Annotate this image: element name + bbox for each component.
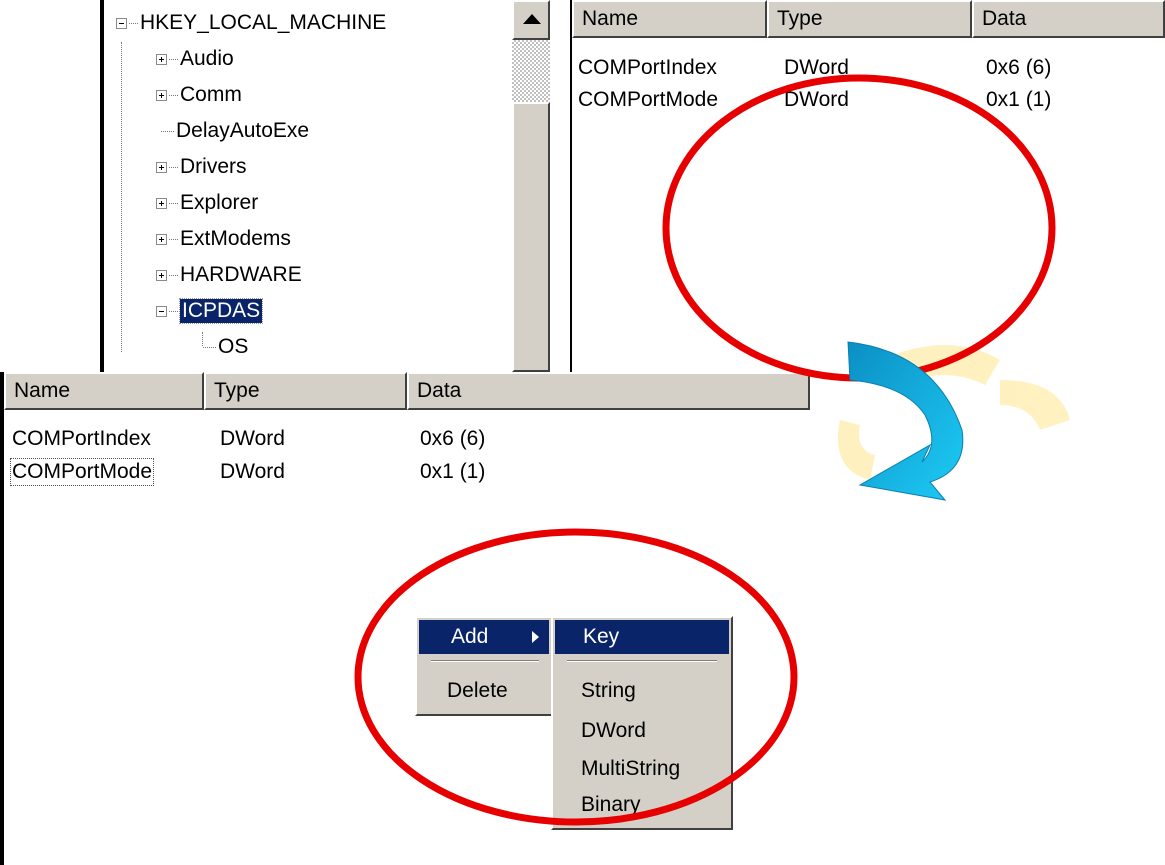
annotation-overlay (354, 74, 1070, 826)
annotation-circle-bottom (354, 528, 798, 826)
annotation-circle-top (662, 74, 1056, 382)
